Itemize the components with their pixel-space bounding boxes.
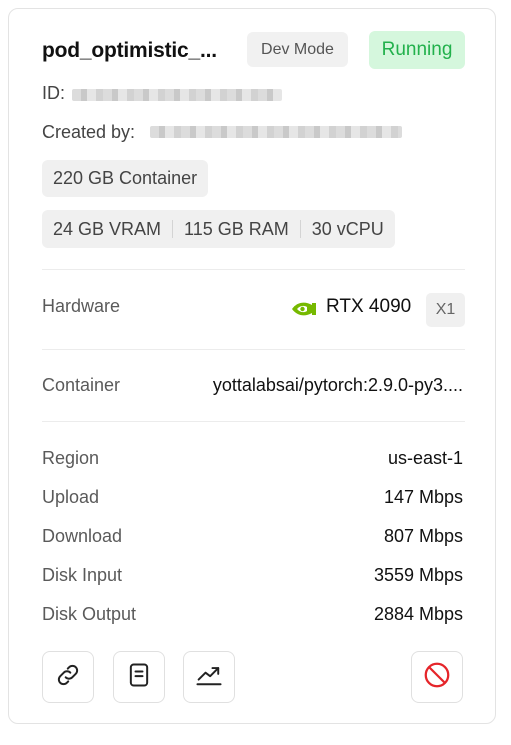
disk-input-label: Disk Input bbox=[42, 565, 123, 585]
spec-ram: 115 GB RAM bbox=[184, 218, 289, 239]
created-by-label: Created by: bbox=[42, 122, 136, 142]
hardware-count-badge: X1 bbox=[426, 293, 465, 327]
hardware-value: RTX 4090 bbox=[326, 296, 412, 317]
pod-card: pod_optimistic_... Dev Mode Running ID: … bbox=[8, 8, 496, 724]
nvidia-icon bbox=[290, 299, 318, 319]
disk-output-value: 2884 Mbps bbox=[373, 604, 463, 624]
container-label: Container bbox=[42, 375, 121, 395]
divider bbox=[42, 269, 465, 270]
dev-mode-badge: Dev Mode bbox=[247, 32, 348, 67]
divider bbox=[42, 349, 465, 350]
specs-tag: 24 GB VRAM 115 GB RAM 30 vCPU bbox=[42, 210, 395, 248]
chart-icon bbox=[194, 661, 224, 694]
stop-icon bbox=[422, 660, 452, 695]
connect-button[interactable] bbox=[42, 651, 94, 703]
spec-separator bbox=[299, 220, 301, 238]
created-by-value-redacted bbox=[150, 126, 402, 138]
stop-button[interactable] bbox=[411, 651, 463, 703]
hardware-label: Hardware bbox=[42, 296, 121, 316]
download-label: Download bbox=[42, 526, 123, 546]
container-size-text: 220 GB Container bbox=[53, 168, 198, 188]
disk-input-value: 3559 Mbps bbox=[373, 565, 463, 585]
link-icon bbox=[54, 661, 82, 694]
divider bbox=[42, 421, 465, 422]
container-image-value[interactable]: yottalabsai/pytorch:2.9.0-py3.... bbox=[213, 375, 463, 396]
logs-button[interactable] bbox=[113, 651, 165, 703]
id-label: ID: bbox=[42, 83, 66, 103]
spec-vcpu: 30 vCPU bbox=[311, 218, 384, 239]
upload-value: 147 Mbps bbox=[383, 487, 463, 507]
region-label: Region bbox=[42, 448, 100, 468]
download-value: 807 Mbps bbox=[383, 526, 463, 546]
logs-icon bbox=[125, 661, 153, 694]
spec-separator bbox=[172, 220, 174, 238]
pod-name[interactable]: pod_optimistic_... bbox=[42, 39, 217, 63]
status-badge: Running bbox=[369, 31, 465, 69]
upload-label: Upload bbox=[42, 487, 100, 507]
disk-output-label: Disk Output bbox=[42, 604, 137, 624]
container-size-tag: 220 GB Container bbox=[42, 160, 209, 197]
spec-vram: 24 GB VRAM bbox=[53, 218, 162, 239]
region-value: us-east-1 bbox=[387, 448, 463, 468]
id-value-redacted bbox=[72, 89, 282, 101]
metrics-button[interactable] bbox=[183, 651, 235, 703]
